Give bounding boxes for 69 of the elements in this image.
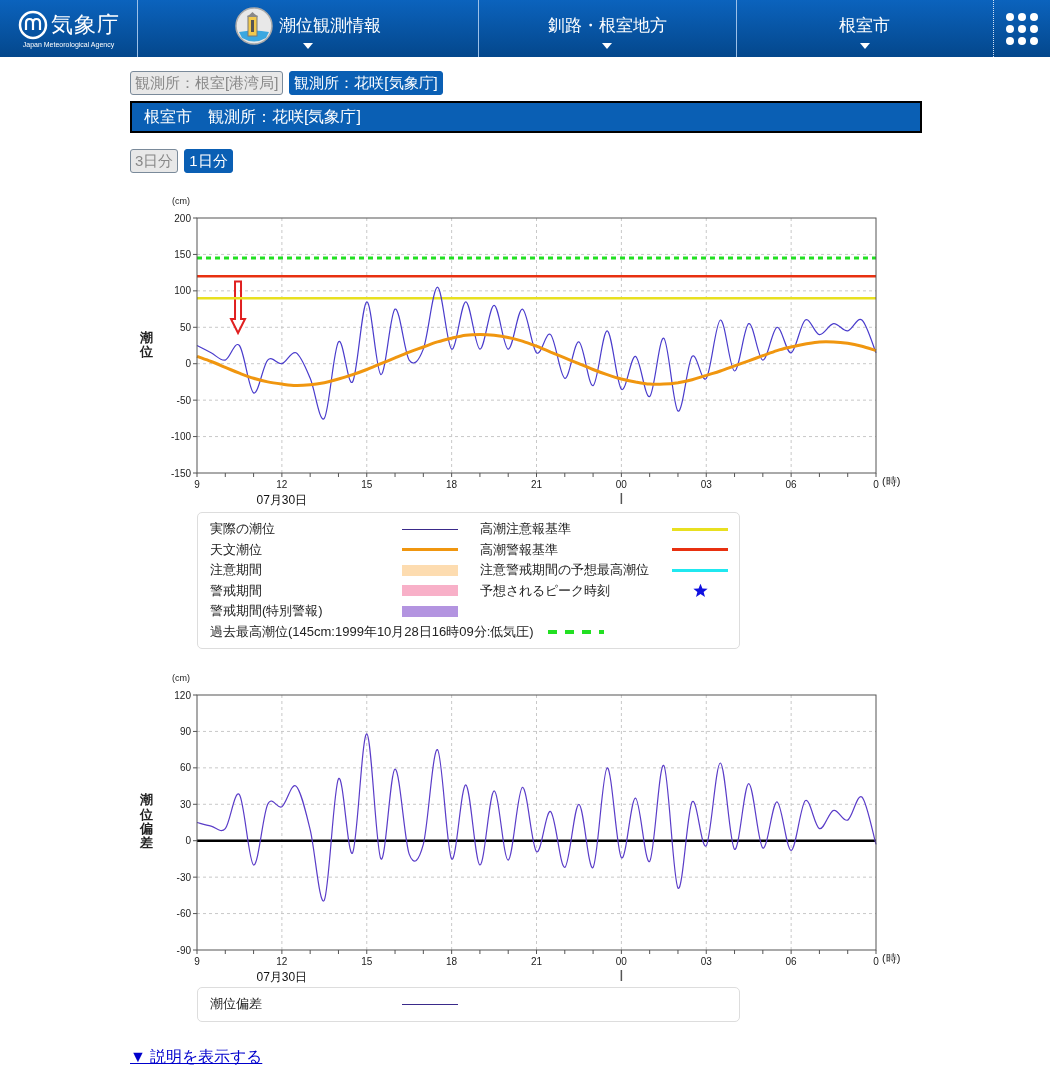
x-tick-label: 12 [276,956,288,967]
y-tick-label: 50 [179,321,191,333]
legend-label: 高潮注意報基準 [480,520,572,539]
caret-icon [303,43,313,49]
y-tick-label: -90 [176,944,191,956]
legend-label: 天文潮位 [210,540,263,559]
y-tick-label: -100 [171,431,191,443]
y-tick-label: 90 [179,725,191,737]
y-tick-label: 150 [174,248,191,260]
show-explanation-link[interactable]: ▼ 説明を表示する [130,1046,263,1068]
x-tick-label: 15 [361,956,373,967]
x-tick-label: 15 [361,479,373,490]
x-tick-label: 18 [446,956,458,967]
legend-label: 過去最高潮位(145cm:1999年10月28日16時09分:低気圧) [210,622,534,641]
y-tick-label: 200 [174,212,191,224]
y-tick-label: -50 [176,394,191,406]
caret-icon [602,43,613,49]
x-tick-label: 0 [873,956,879,967]
tide-gauge-icon [235,6,273,45]
y-tick-label: 120 [174,689,191,701]
x-tick-label: 00 [615,956,627,967]
date-change-mark [620,492,623,505]
date-label: 07月30日 [256,493,308,506]
x-tick-label: 03 [700,479,712,490]
x-tick-label: 18 [446,479,458,490]
y-tick-label: -60 [176,908,191,920]
legend-label: 警戒期間 [210,581,263,600]
y-tick-label: 100 [174,285,191,297]
dot-grid-icon [1005,11,1039,46]
period-tab[interactable]: 1日分 [184,149,233,173]
caret-icon [859,43,870,49]
date-label: 07月30日 [256,970,308,983]
logo-swirl-icon [17,9,48,40]
x-unit-label: (時) [882,952,901,964]
y-tick-label: 0 [185,358,191,370]
legend-label: 予想されるピーク時刻 [480,581,611,600]
x-tick-label: 06 [785,956,797,967]
nav-menu-button[interactable]: 釧路・根室地方 [479,0,737,57]
y-tick-label: -150 [171,467,191,479]
x-tick-label: 9 [194,956,200,967]
x-unit-label: (時) [882,475,901,487]
y-axis-label: 潮位 [139,330,153,360]
y-tick-label: 0 [185,835,191,847]
y-tick-label: 60 [179,762,191,774]
x-tick-label: 21 [530,479,543,490]
legend-label: 高潮警報基準 [480,540,559,559]
nav-menu-button[interactable]: 根室市 [736,0,994,57]
x-tick-label: 21 [530,956,543,967]
y-unit-label: (cm) [172,196,190,206]
x-tick-label: 06 [785,479,797,490]
x-tick-label: 00 [615,479,627,490]
logo-text: 気象庁 [50,10,120,39]
legend-label: 注意警戒期間の予想最高潮位 [480,561,650,580]
x-tick-label: 0 [873,479,879,490]
legend-label: 潮位偏差 [210,995,263,1014]
y-unit-label: (cm) [172,673,190,683]
x-tick-label: 12 [276,479,288,490]
legend-label: 実際の潮位 [210,520,276,539]
station-tab[interactable]: 観測所：花咲[気象庁] [289,71,443,95]
legend-label: 注意期間 [210,561,263,580]
station-title-bar: 根室市 観測所：花咲[気象庁] [130,101,922,133]
date-change-mark [620,969,623,982]
y-tick-label: -30 [176,871,191,883]
y-tick-label: 30 [179,798,191,810]
y-axis-label: 潮位偏差 [139,793,153,851]
x-tick-label: 03 [700,956,712,967]
legend-label: 警戒期間(特別警報) [210,602,324,621]
x-tick-label: 9 [194,479,200,490]
nav-menu-button[interactable]: 潮位観測情報 [138,0,479,57]
